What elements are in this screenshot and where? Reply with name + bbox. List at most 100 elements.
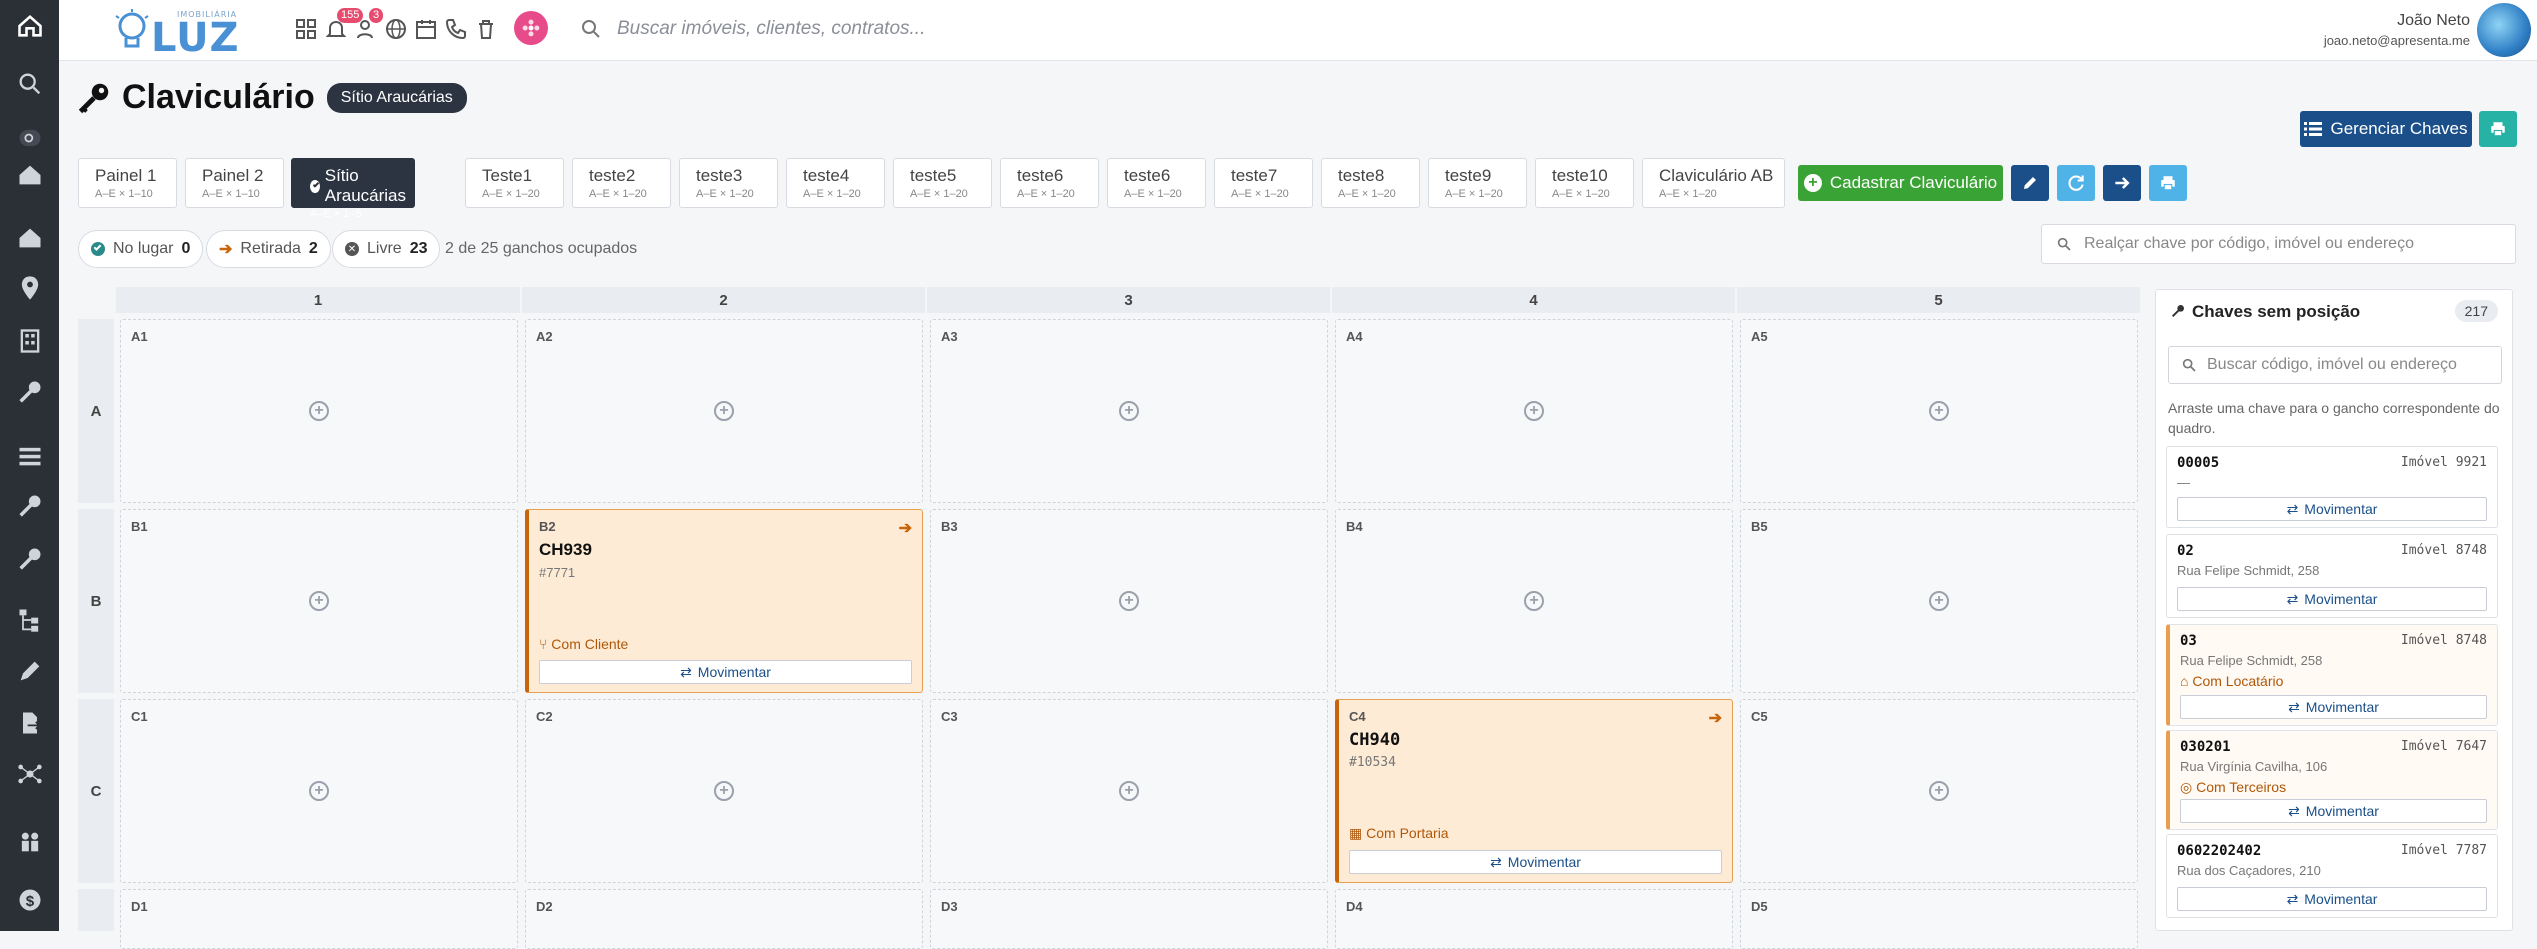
hook-cell-b3[interactable]: B3 + [930, 509, 1328, 693]
tab-teste4[interactable]: teste4 A–E × 1–20 [786, 158, 885, 208]
key-card[interactable]: 03 Imóvel 8748 Rua Felipe Schmidt, 258 ⌂… [2166, 624, 2498, 726]
next-button[interactable] [2103, 165, 2141, 201]
apps-grid-icon[interactable] [291, 14, 321, 44]
hook-cell-a3[interactable]: A3 + [930, 319, 1328, 503]
add-key-icon[interactable]: + [1929, 401, 1949, 421]
hook-cell-c2[interactable]: C2 + [525, 699, 923, 883]
tab-painel-2[interactable]: Painel 2 A–E × 1–10 [185, 158, 284, 208]
pen-icon[interactable] [0, 651, 59, 691]
phone-icon[interactable] [441, 14, 471, 44]
tab-teste5[interactable]: teste5 A–E × 1–20 [893, 158, 992, 208]
network-icon[interactable] [0, 754, 59, 794]
add-key-icon[interactable]: + [309, 591, 329, 611]
company-logo[interactable]: IMOBILIÁRIA LUZ [107, 6, 239, 61]
trash-icon[interactable] [471, 14, 501, 44]
filter-livre[interactable]: ✕ Livre 23 [332, 230, 441, 268]
tab-sitio-araucarias[interactable]: Sítio Araucárias A–E × 1–5 [291, 158, 415, 220]
key-card[interactable]: 030201 Imóvel 7647 Rua Virgínia Cavilha,… [2166, 730, 2498, 830]
tab-teste7[interactable]: teste7 A–E × 1–20 [1214, 158, 1313, 208]
key-icon-2[interactable] [0, 486, 59, 526]
tab-teste8[interactable]: teste8 A–E × 1–20 [1321, 158, 1420, 208]
move-button[interactable]: ⇄ Movimentar [2177, 587, 2487, 611]
filter-retirada[interactable]: ➔ Retirada 2 [206, 230, 331, 268]
add-key-icon[interactable]: + [309, 401, 329, 421]
hook-cell-d4[interactable]: D4 [1335, 889, 1733, 949]
global-search[interactable]: Buscar imóveis, clientes, contratos... [579, 12, 1279, 46]
tab-teste3[interactable]: teste3 A–E × 1–20 [679, 158, 778, 208]
hook-cell-a4[interactable]: A4 + [1335, 319, 1733, 503]
move-button[interactable]: ⇄ Movimentar [2180, 695, 2487, 719]
hook-cell-d5[interactable]: D5 [1740, 889, 2138, 949]
hook-cell-c4[interactable]: C4 ➔ CH940 #10534 ▦ Com Portaria ⇄ Movime… [1335, 699, 1733, 883]
filter-no-lugar[interactable]: No lugar 0 [78, 230, 204, 268]
hook-cell-a1[interactable]: A1 + [120, 319, 518, 503]
move-button[interactable]: ⇄ Movimentar [2177, 497, 2487, 521]
add-key-icon[interactable]: + [1119, 401, 1139, 421]
calendar-icon[interactable] [411, 14, 441, 44]
hook-cell-d3[interactable]: D3 [930, 889, 1328, 949]
people-icon[interactable] [0, 822, 59, 862]
add-key-icon[interactable]: + [714, 401, 734, 421]
money-icon[interactable]: $ [0, 880, 59, 920]
highlight-search-input[interactable]: Realçar chave por código, imóvel ou ende… [2041, 224, 2516, 264]
key-card[interactable]: 0602202402 Imóvel 7787 Rua dos Caçadores… [2166, 834, 2498, 918]
user-info[interactable]: João Neto joao.neto@apresenta.me [2324, 12, 2470, 48]
edit-button[interactable] [2011, 165, 2049, 201]
add-key-icon[interactable]: + [1524, 401, 1544, 421]
tab-painel-1[interactable]: Painel 1 A–E × 1–10 [78, 158, 177, 208]
hook-cell-b4[interactable]: B4 + [1335, 509, 1733, 693]
add-key-icon[interactable]: + [1524, 591, 1544, 611]
list-icon[interactable] [0, 436, 59, 476]
map-pin-icon[interactable] [0, 268, 59, 308]
add-key-icon[interactable]: + [1929, 591, 1949, 611]
move-button[interactable]: ⇄ Movimentar [1349, 850, 1722, 874]
print-button[interactable] [2149, 165, 2187, 201]
key-icon-3[interactable] [0, 539, 59, 579]
tab-teste9[interactable]: teste9 A–E × 1–20 [1428, 158, 1527, 208]
refresh-button[interactable] [2057, 165, 2095, 201]
add-key-icon[interactable]: + [1119, 781, 1139, 801]
quick-search-icon[interactable] [0, 118, 59, 158]
dashboard-icon[interactable] [0, 155, 59, 195]
hook-cell-d2[interactable]: D2 [525, 889, 923, 949]
tab-teste2[interactable]: teste2 A–E × 1–20 [572, 158, 671, 208]
bell-icon[interactable]: 155 [321, 8, 364, 44]
hook-cell-a5[interactable]: A5 + [1740, 319, 2138, 503]
file-export-icon[interactable] [0, 703, 59, 743]
key-card[interactable]: 00005 Imóvel 9921 — ⇄ Movimentar [2166, 446, 2498, 528]
avatar[interactable] [2477, 3, 2531, 57]
tab-teste10[interactable]: teste10 A–E × 1–20 [1535, 158, 1634, 208]
flower-action-icon[interactable] [514, 11, 548, 45]
panel-search-input[interactable]: Buscar código, imóvel ou endereço [2168, 346, 2502, 384]
key-card[interactable]: 02 Imóvel 8748 Rua Felipe Schmidt, 258 ⇄… [2166, 534, 2498, 618]
add-key-icon[interactable]: + [1119, 591, 1139, 611]
hook-cell-b1[interactable]: B1 + [120, 509, 518, 693]
home-logo-icon[interactable] [0, 6, 59, 46]
key-icon[interactable] [0, 372, 59, 412]
add-key-icon[interactable]: + [1929, 781, 1949, 801]
globe-icon[interactable] [381, 14, 411, 44]
hook-cell-b5[interactable]: B5 + [1740, 509, 2138, 693]
users-icon[interactable]: 3 [353, 8, 384, 44]
move-button[interactable]: ⇄ Movimentar [539, 660, 912, 684]
tab-claviculario-ab[interactable]: Claviculário AB A–E × 1–20 [1642, 158, 1785, 208]
move-button[interactable]: ⇄ Movimentar [2177, 887, 2487, 911]
hook-cell-d1[interactable]: D1 [120, 889, 518, 949]
hook-cell-b2[interactable]: B2 ➔ CH939 #7771 ⑂ Com Cliente ⇄ Moviment… [525, 509, 923, 693]
add-key-icon[interactable]: + [714, 781, 734, 801]
search-icon[interactable] [0, 64, 59, 104]
hook-cell-c5[interactable]: C5 + [1740, 699, 2138, 883]
move-button[interactable]: ⇄ Movimentar [2180, 799, 2487, 823]
building-icon[interactable] [0, 321, 59, 361]
tab-teste6[interactable]: teste6 A–E × 1–20 [1000, 158, 1099, 208]
home-icon[interactable] [0, 218, 59, 258]
print-button-top[interactable] [2479, 111, 2517, 147]
add-board-button[interactable]: + Cadastrar Claviculário [1798, 165, 2003, 201]
hook-cell-c1[interactable]: C1 + [120, 699, 518, 883]
add-key-icon[interactable]: + [309, 781, 329, 801]
hook-cell-c3[interactable]: C3 + [930, 699, 1328, 883]
hook-cell-a2[interactable]: A2 + [525, 319, 923, 503]
manage-keys-button[interactable]: Gerenciar Chaves [2300, 111, 2472, 147]
tab-teste1[interactable]: Teste1 A–E × 1–20 [465, 158, 564, 208]
tab-teste6-b[interactable]: teste6 A–E × 1–20 [1107, 158, 1206, 208]
